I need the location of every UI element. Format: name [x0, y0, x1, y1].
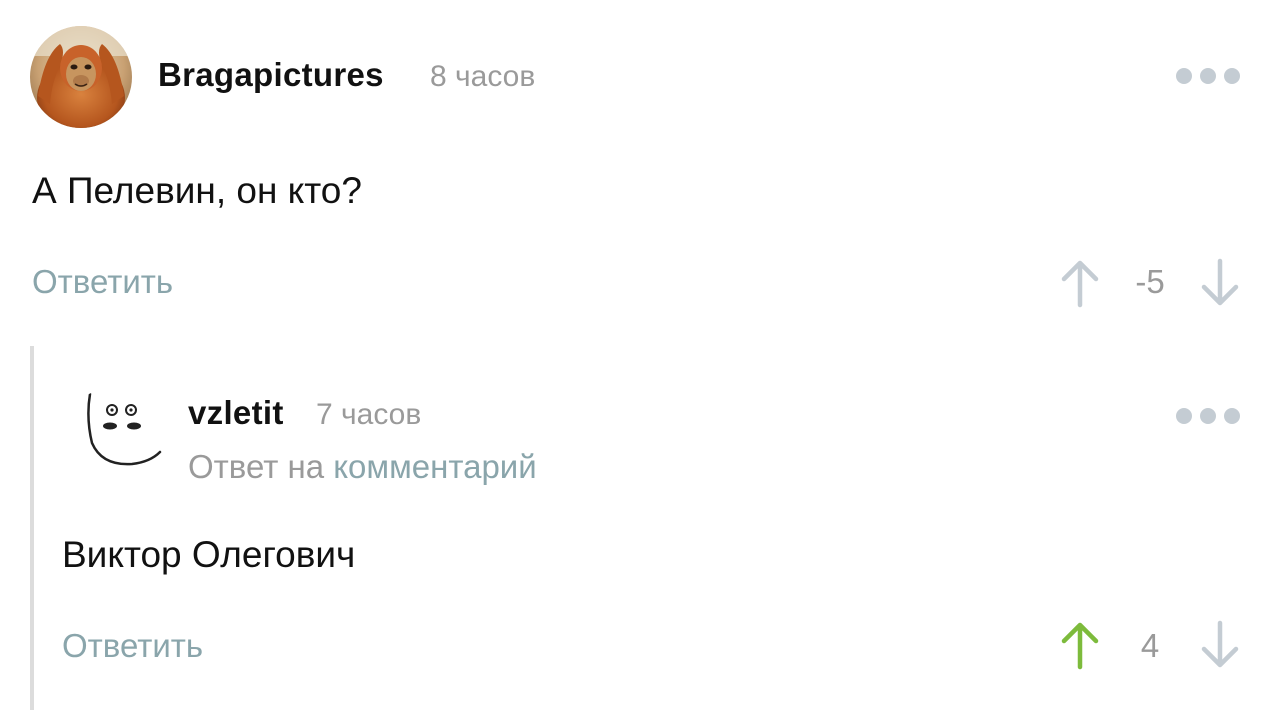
reply-button[interactable]: Ответить [62, 627, 203, 665]
avatar[interactable] [62, 388, 164, 490]
reply-to-prefix: Ответ на [188, 448, 325, 485]
more-dots-icon[interactable] [1176, 68, 1240, 84]
reply-to-comment-link[interactable]: комментарий [333, 448, 536, 485]
more-dots-icon[interactable] [1176, 408, 1240, 424]
comment-time: 8 часов [430, 60, 536, 93]
orangutan-avatar-image [30, 26, 132, 128]
rating-value: -5 [1135, 263, 1165, 300]
author-name[interactable]: vzletit [188, 394, 284, 432]
comments-page: Bragapictures 8 часов А Пелевин, он кто?… [0, 0, 1284, 710]
thread-line[interactable] [30, 346, 34, 710]
doodle-face-avatar-image [62, 388, 164, 490]
arrow-up-icon[interactable] [1058, 258, 1102, 308]
rating-value: 4 [1140, 627, 1160, 664]
comment-time: 7 часов [316, 398, 422, 431]
reply-button[interactable]: Ответить [32, 263, 173, 301]
comment-text: А Пелевин, он кто? [32, 170, 362, 211]
reply-to-line: Ответ на комментарий [188, 448, 537, 486]
arrow-up-icon[interactable] [1058, 620, 1102, 670]
comment-text: Виктор Олегович [62, 534, 356, 575]
avatar[interactable] [30, 26, 132, 128]
arrow-down-icon[interactable] [1198, 620, 1242, 670]
arrow-down-icon[interactable] [1198, 258, 1242, 308]
author-name[interactable]: Bragapictures [158, 56, 384, 94]
